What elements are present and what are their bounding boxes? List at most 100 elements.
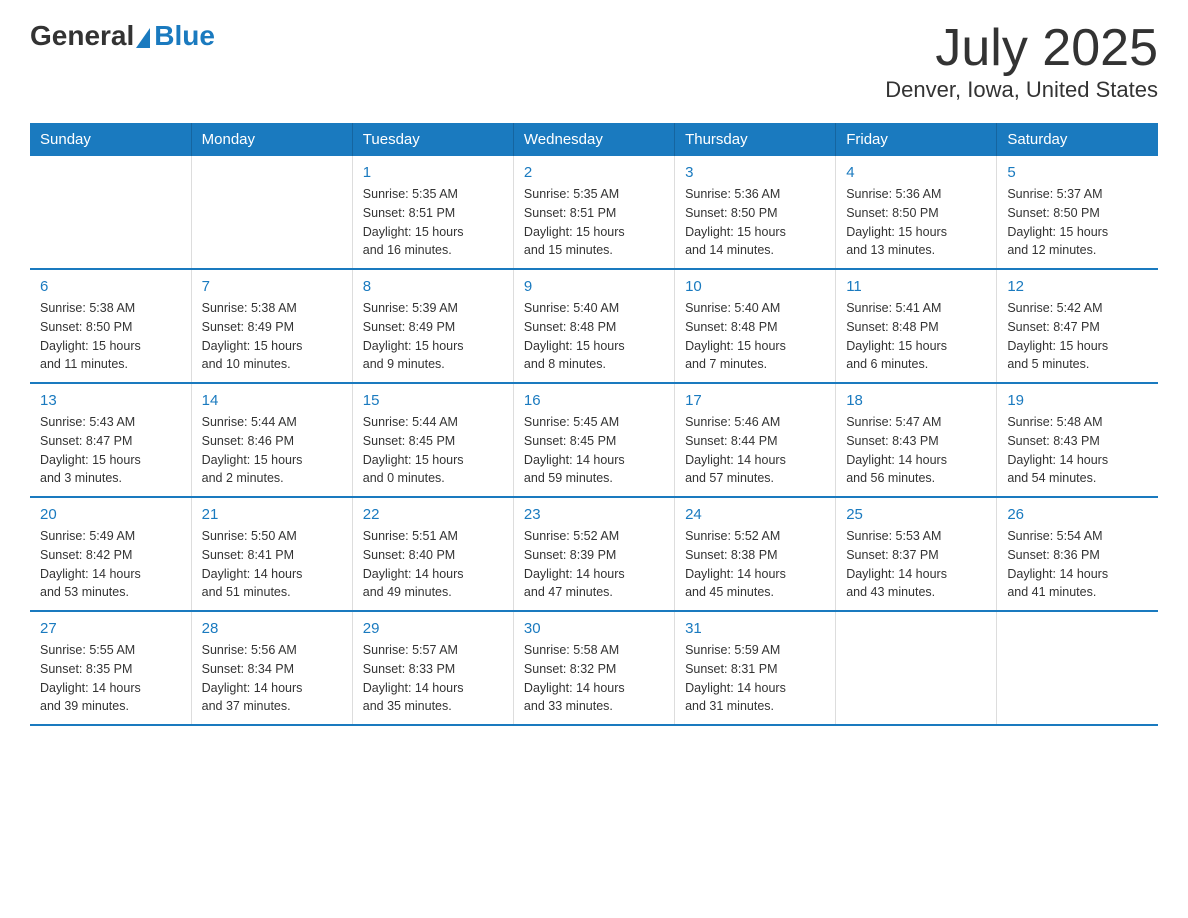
logo-triangle-icon [136, 28, 150, 48]
day-number: 29 [363, 620, 503, 637]
day-cell: 5 Sunrise: 5:37 AMSunset: 8:50 PMDaylight… [997, 156, 1158, 269]
day-number: 19 [1007, 392, 1148, 409]
day-cell: 14 Sunrise: 5:44 AMSunset: 8:46 PMDayligh… [191, 383, 352, 497]
day-cell: 11 Sunrise: 5:41 AMSunset: 8:48 PMDayligh… [836, 269, 997, 383]
header-saturday: Saturday [997, 123, 1158, 156]
day-number: 27 [40, 620, 181, 637]
day-info: Sunrise: 5:50 AMSunset: 8:41 PMDaylight:… [202, 527, 342, 602]
day-number: 2 [524, 164, 664, 181]
day-number: 14 [202, 392, 342, 409]
day-info: Sunrise: 5:35 AMSunset: 8:51 PMDaylight:… [363, 185, 503, 260]
day-cell: 30 Sunrise: 5:58 AMSunset: 8:32 PMDayligh… [513, 611, 674, 725]
day-info: Sunrise: 5:41 AMSunset: 8:48 PMDaylight:… [846, 299, 986, 374]
day-info: Sunrise: 5:49 AMSunset: 8:42 PMDaylight:… [40, 527, 181, 602]
day-info: Sunrise: 5:58 AMSunset: 8:32 PMDaylight:… [524, 641, 664, 716]
day-number: 20 [40, 506, 181, 523]
day-cell: 25 Sunrise: 5:53 AMSunset: 8:37 PMDayligh… [836, 497, 997, 611]
day-cell: 13Sunrise: 5:43 AMSunset: 8:47 PMDayligh… [30, 383, 191, 497]
day-number: 17 [685, 392, 825, 409]
week-row-1: 1 Sunrise: 5:35 AMSunset: 8:51 PMDaylight… [30, 156, 1158, 269]
day-info: Sunrise: 5:54 AMSunset: 8:36 PMDaylight:… [1007, 527, 1148, 602]
day-info: Sunrise: 5:38 AMSunset: 8:50 PMDaylight:… [40, 299, 181, 374]
day-number: 30 [524, 620, 664, 637]
title-block: July 2025 Denver, Iowa, United States [885, 20, 1158, 103]
day-number: 3 [685, 164, 825, 181]
day-info: Sunrise: 5:38 AMSunset: 8:49 PMDaylight:… [202, 299, 342, 374]
day-number: 6 [40, 278, 181, 295]
day-cell [836, 611, 997, 725]
day-info: Sunrise: 5:35 AMSunset: 8:51 PMDaylight:… [524, 185, 664, 260]
day-cell: 15 Sunrise: 5:44 AMSunset: 8:45 PMDayligh… [352, 383, 513, 497]
day-cell: 7 Sunrise: 5:38 AMSunset: 8:49 PMDaylight… [191, 269, 352, 383]
logo-blue-text: Blue [154, 20, 215, 52]
day-cell: 12 Sunrise: 5:42 AMSunset: 8:47 PMDayligh… [997, 269, 1158, 383]
day-info: Sunrise: 5:55 AMSunset: 8:35 PMDaylight:… [40, 641, 181, 716]
day-info: Sunrise: 5:59 AMSunset: 8:31 PMDaylight:… [685, 641, 825, 716]
day-cell: 16 Sunrise: 5:45 AMSunset: 8:45 PMDayligh… [513, 383, 674, 497]
week-row-3: 13Sunrise: 5:43 AMSunset: 8:47 PMDayligh… [30, 383, 1158, 497]
day-cell: 17Sunrise: 5:46 AMSunset: 8:44 PMDayligh… [675, 383, 836, 497]
calendar-table: SundayMondayTuesdayWednesdayThursdayFrid… [30, 123, 1158, 726]
day-info: Sunrise: 5:52 AMSunset: 8:38 PMDaylight:… [685, 527, 825, 602]
header-sunday: Sunday [30, 123, 191, 156]
day-number: 15 [363, 392, 503, 409]
day-number: 5 [1007, 164, 1148, 181]
day-number: 16 [524, 392, 664, 409]
header-tuesday: Tuesday [352, 123, 513, 156]
day-cell: 19 Sunrise: 5:48 AMSunset: 8:43 PMDayligh… [997, 383, 1158, 497]
header-wednesday: Wednesday [513, 123, 674, 156]
header-friday: Friday [836, 123, 997, 156]
day-number: 10 [685, 278, 825, 295]
day-info: Sunrise: 5:37 AMSunset: 8:50 PMDaylight:… [1007, 185, 1148, 260]
day-number: 23 [524, 506, 664, 523]
day-info: Sunrise: 5:56 AMSunset: 8:34 PMDaylight:… [202, 641, 342, 716]
day-number: 28 [202, 620, 342, 637]
day-info: Sunrise: 5:42 AMSunset: 8:47 PMDaylight:… [1007, 299, 1148, 374]
day-info: Sunrise: 5:36 AMSunset: 8:50 PMDaylight:… [846, 185, 986, 260]
header-monday: Monday [191, 123, 352, 156]
day-info: Sunrise: 5:53 AMSunset: 8:37 PMDaylight:… [846, 527, 986, 602]
day-number: 18 [846, 392, 986, 409]
header-thursday: Thursday [675, 123, 836, 156]
week-row-2: 6 Sunrise: 5:38 AMSunset: 8:50 PMDaylight… [30, 269, 1158, 383]
day-cell: 3 Sunrise: 5:36 AMSunset: 8:50 PMDaylight… [675, 156, 836, 269]
day-cell: 10Sunrise: 5:40 AMSunset: 8:48 PMDayligh… [675, 269, 836, 383]
day-info: Sunrise: 5:48 AMSunset: 8:43 PMDaylight:… [1007, 413, 1148, 488]
day-number: 4 [846, 164, 986, 181]
day-info: Sunrise: 5:57 AMSunset: 8:33 PMDaylight:… [363, 641, 503, 716]
calendar-title: July 2025 [885, 20, 1158, 77]
day-info: Sunrise: 5:51 AMSunset: 8:40 PMDaylight:… [363, 527, 503, 602]
day-cell: 20 Sunrise: 5:49 AMSunset: 8:42 PMDayligh… [30, 497, 191, 611]
day-cell: 4 Sunrise: 5:36 AMSunset: 8:50 PMDaylight… [836, 156, 997, 269]
day-info: Sunrise: 5:36 AMSunset: 8:50 PMDaylight:… [685, 185, 825, 260]
week-row-5: 27 Sunrise: 5:55 AMSunset: 8:35 PMDayligh… [30, 611, 1158, 725]
day-info: Sunrise: 5:52 AMSunset: 8:39 PMDaylight:… [524, 527, 664, 602]
day-cell: 31Sunrise: 5:59 AMSunset: 8:31 PMDayligh… [675, 611, 836, 725]
day-info: Sunrise: 5:44 AMSunset: 8:46 PMDaylight:… [202, 413, 342, 488]
day-number: 8 [363, 278, 503, 295]
day-info: Sunrise: 5:39 AMSunset: 8:49 PMDaylight:… [363, 299, 503, 374]
day-info: Sunrise: 5:45 AMSunset: 8:45 PMDaylight:… [524, 413, 664, 488]
day-cell: 22 Sunrise: 5:51 AMSunset: 8:40 PMDayligh… [352, 497, 513, 611]
day-cell [30, 156, 191, 269]
day-info: Sunrise: 5:47 AMSunset: 8:43 PMDaylight:… [846, 413, 986, 488]
day-cell: 18 Sunrise: 5:47 AMSunset: 8:43 PMDayligh… [836, 383, 997, 497]
day-number: 12 [1007, 278, 1148, 295]
day-number: 22 [363, 506, 503, 523]
day-cell: 28 Sunrise: 5:56 AMSunset: 8:34 PMDayligh… [191, 611, 352, 725]
calendar-header-row: SundayMondayTuesdayWednesdayThursdayFrid… [30, 123, 1158, 156]
day-number: 11 [846, 278, 986, 295]
calendar-location: Denver, Iowa, United States [885, 77, 1158, 103]
day-info: Sunrise: 5:44 AMSunset: 8:45 PMDaylight:… [363, 413, 503, 488]
day-number: 21 [202, 506, 342, 523]
day-number: 7 [202, 278, 342, 295]
day-cell: 26Sunrise: 5:54 AMSunset: 8:36 PMDayligh… [997, 497, 1158, 611]
day-info: Sunrise: 5:43 AMSunset: 8:47 PMDaylight:… [40, 413, 181, 488]
day-number: 1 [363, 164, 503, 181]
day-cell: 1 Sunrise: 5:35 AMSunset: 8:51 PMDaylight… [352, 156, 513, 269]
day-cell: 6 Sunrise: 5:38 AMSunset: 8:50 PMDaylight… [30, 269, 191, 383]
day-number: 25 [846, 506, 986, 523]
day-cell: 27 Sunrise: 5:55 AMSunset: 8:35 PMDayligh… [30, 611, 191, 725]
day-cell: 9Sunrise: 5:40 AMSunset: 8:48 PMDaylight… [513, 269, 674, 383]
day-number: 24 [685, 506, 825, 523]
